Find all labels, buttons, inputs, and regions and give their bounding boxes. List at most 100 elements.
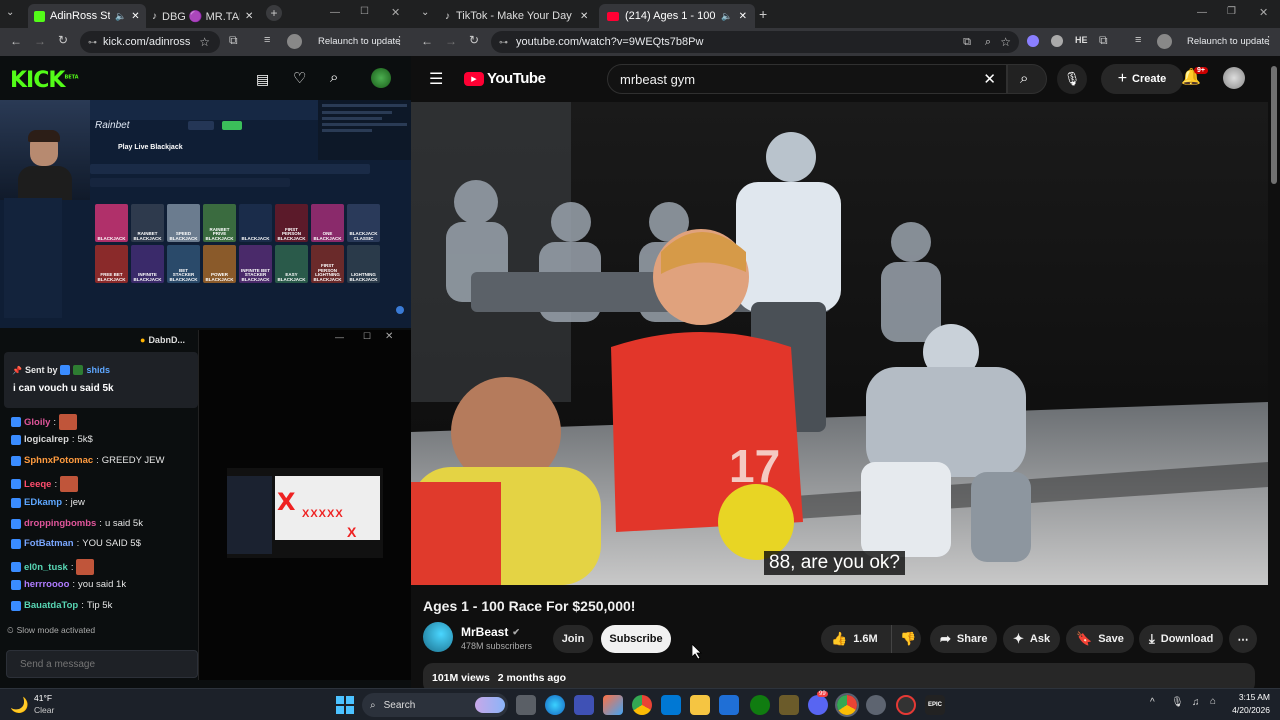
reload-icon[interactable]: ↻ [58, 33, 68, 47]
speaker-icon[interactable]: 🔈 [115, 11, 126, 22]
stream-video[interactable]: Rainbet Play Live Blackjack BLACKJACK RAI… [0, 100, 411, 328]
game-tile[interactable]: RAINBET PRIVE BLACKJACK [203, 204, 236, 242]
xbox-icon[interactable] [750, 695, 770, 715]
channel-name[interactable]: MrBeast [461, 625, 508, 639]
game-tile[interactable]: BLACKJACK [239, 204, 272, 242]
copilot-icon[interactable] [603, 695, 623, 715]
tab-dbg-mrtalk[interactable]: ♪ DBG 🟣 MR.TALK😂 ✕ [146, 4, 262, 28]
relaunch-button[interactable]: Relaunch to update [1187, 36, 1269, 47]
tab-adinross-stream[interactable]: AdinRoss Stream 🔈 ✕ [28, 4, 146, 28]
chat-username[interactable]: droppingbombs [24, 518, 96, 529]
game-tile[interactable]: INFINITE BET STACKER BLACKJACK [239, 245, 272, 283]
minimize-button[interactable]: — [1197, 7, 1207, 18]
reading-list-icon[interactable]: ≡ [1135, 34, 1141, 46]
voice-search-button[interactable]: 🎙 [1057, 64, 1087, 94]
settings-gear-icon[interactable] [866, 695, 886, 715]
browse-icon[interactable]: ▤ [256, 71, 269, 88]
game-tile[interactable]: BLACKJACK [95, 204, 128, 242]
start-button[interactable] [336, 696, 354, 714]
profile-avatar[interactable] [1157, 34, 1172, 49]
search-icon[interactable]: ⌕ [330, 69, 338, 86]
close-window-button[interactable]: ✕ [1259, 6, 1268, 19]
clock-date[interactable]: 4/20/2026 [1222, 705, 1270, 715]
maximize-button[interactable]: ☐ [360, 6, 369, 17]
chat-username[interactable]: BauatdaTop [24, 600, 78, 611]
pinned-username[interactable]: shids [86, 365, 110, 375]
chat-username[interactable]: FotBatman [24, 538, 74, 549]
ask-button[interactable]: ✦ Ask [1003, 625, 1061, 653]
kick-logo[interactable]: KICKBETA [10, 68, 79, 93]
chat-username[interactable]: EDkamp [24, 497, 62, 508]
menu-dots-icon[interactable]: ⋮ [394, 34, 405, 47]
back-arrow-icon[interactable]: ← [421, 34, 433, 48]
minimize-button[interactable]: — [330, 7, 340, 18]
edge-icon[interactable] [545, 695, 565, 715]
clear-search-icon[interactable]: ✕ [983, 70, 996, 88]
bookmark-star-icon[interactable]: ☆ [199, 35, 210, 49]
bookmark-star-icon[interactable]: ☆ [1000, 35, 1011, 49]
new-tab-button[interactable]: + [266, 5, 282, 21]
close-window-button[interactable]: ✕ [385, 331, 393, 342]
extensions-icon[interactable]: ⧉ [229, 33, 238, 48]
following-heart-icon[interactable]: ♡ [293, 69, 306, 87]
headset-icon[interactable]: ♫ [1192, 697, 1200, 708]
site-info-icon[interactable]: ⊶ [88, 37, 97, 48]
url-bar[interactable]: ⊶ youtube.com/watch?v=9WEQts7b8Pw ⧉ ⌕ ☆ [491, 31, 1019, 53]
speaker-icon[interactable]: 🔈 [721, 11, 732, 22]
taskbar-search[interactable]: ⌕ Search [362, 693, 508, 717]
reload-icon[interactable]: ↻ [469, 33, 479, 47]
page-scrollbar[interactable] [1268, 56, 1280, 688]
create-button[interactable]: + Create [1101, 64, 1183, 94]
game-tile[interactable]: BET STACKER BLACKJACK [167, 245, 200, 283]
open-in-app-icon[interactable]: ⧉ [963, 36, 971, 49]
chrome-active-icon[interactable] [835, 693, 859, 717]
minimize-button[interactable]: — [335, 332, 344, 342]
game-tile[interactable]: LIGHTNING BLACKJACK [347, 245, 380, 283]
screen-mirror-thumbnail[interactable]: X XXXXX X [227, 468, 383, 558]
app-icon[interactable] [896, 695, 916, 715]
tab-search-icon[interactable]: ⌄ [421, 7, 429, 18]
subscribe-button[interactable]: Subscribe [601, 625, 671, 653]
hamburger-menu-icon[interactable]: ☰ [429, 69, 443, 89]
show-hidden-icons[interactable]: ^ [1150, 697, 1155, 708]
extension-icon[interactable] [1051, 35, 1063, 47]
chrome-icon[interactable] [632, 695, 652, 715]
tab-tiktok[interactable]: ♪ TikTok - Make Your Day ✕ [437, 4, 597, 28]
zoom-icon[interactable]: ⌕ [985, 36, 991, 49]
chat-username[interactable]: Gloily [24, 417, 50, 428]
network-icon[interactable]: ⌂ [1210, 696, 1216, 707]
game-tile[interactable]: RAINBET BLACKJACK [131, 204, 164, 242]
account-avatar[interactable] [1223, 67, 1245, 89]
relaunch-button[interactable]: Relaunch to update [318, 36, 400, 47]
app-icon[interactable] [779, 695, 799, 715]
maximize-button[interactable]: ☐ [363, 331, 371, 342]
channel-avatar[interactable] [423, 622, 453, 652]
user-avatar[interactable] [371, 68, 391, 88]
game-tile[interactable]: FIRST PERSON LIGHTNING BLACKJACK [311, 245, 344, 283]
forward-arrow-icon[interactable]: → [445, 34, 457, 48]
weather-condition[interactable]: Clear [34, 705, 54, 715]
save-button[interactable]: 🔖 Save [1066, 625, 1134, 653]
description-box[interactable]: 101M views 2 months ago [423, 663, 1255, 688]
tab-youtube-video[interactable]: (214) Ages 1 - 100 Race For 🔈 ✕ [599, 4, 755, 28]
file-explorer-icon[interactable] [690, 695, 710, 715]
game-tile[interactable]: BLACKJACK CLASSIC [347, 204, 380, 242]
reading-list-icon[interactable]: ≡ [264, 34, 270, 46]
game-tile[interactable]: ONE BLACKJACK [311, 204, 344, 242]
dislike-button[interactable]: 👎 [891, 625, 921, 653]
game-tile[interactable]: SPEED BLACKJACK [167, 204, 200, 242]
forward-arrow-icon[interactable]: → [34, 34, 46, 48]
search-input[interactable]: mrbeast gym ✕ [607, 64, 1007, 94]
url-bar[interactable]: ⊶ kick.com/adinross ☆ [80, 31, 220, 53]
epic-games-icon[interactable]: EPIC [925, 695, 945, 715]
send-message-input[interactable] [6, 650, 198, 678]
profile-avatar[interactable] [287, 34, 302, 49]
game-tile[interactable]: INFINITE BLACKJACK [131, 245, 164, 283]
youtube-logo[interactable]: ▶ YouTube [464, 70, 546, 87]
chat-username[interactable]: el0n_tusk [24, 562, 68, 573]
tab-close-icon[interactable]: ✕ [739, 11, 747, 22]
extension-icon[interactable] [1027, 35, 1039, 47]
back-arrow-icon[interactable]: ← [10, 34, 22, 48]
more-actions-button[interactable]: ⋯ [1229, 625, 1257, 653]
clock-time[interactable]: 3:15 AM [1222, 692, 1270, 702]
